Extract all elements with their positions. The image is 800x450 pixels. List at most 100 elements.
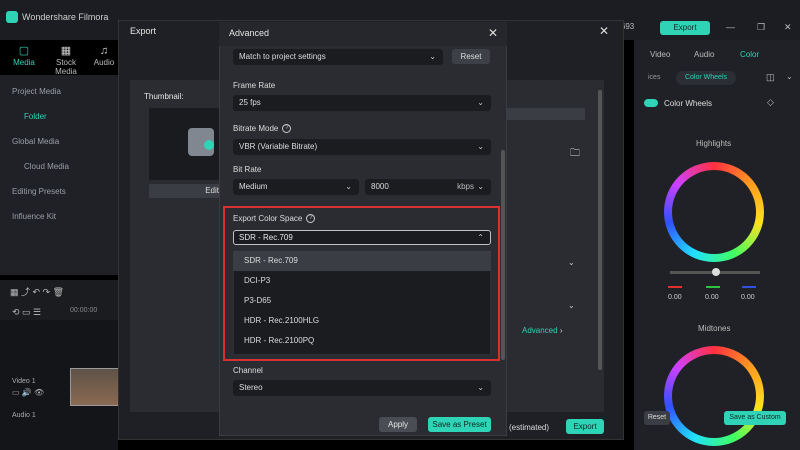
sidebar-item-folder[interactable]: Folder xyxy=(24,112,47,121)
blue-value[interactable]: 0.00 xyxy=(741,294,755,301)
chevron-up-icon: ⌃ xyxy=(477,233,484,242)
color-space-option-p3-d65[interactable]: P3-D65 xyxy=(233,291,491,311)
thumbnail-add-icon xyxy=(204,140,214,150)
color-space-select[interactable]: SDR - Rec.709 ⌃ xyxy=(233,230,491,245)
color-space-option-hdr-pq[interactable]: HDR - Rec.2100PQ xyxy=(233,331,491,351)
window-close-icon[interactable]: ✕ xyxy=(784,22,792,33)
stock-media-icon: ▦ xyxy=(60,45,72,57)
color-space-option-hdr-hlg[interactable]: HDR - Rec.2100HLG xyxy=(233,311,491,331)
sidebar-item-project-media[interactable]: Project Media xyxy=(12,87,61,96)
chevron-down-icon: ⌄ xyxy=(345,182,352,191)
apply-button[interactable]: Apply xyxy=(379,417,417,432)
chevron-down-icon[interactable]: ⌄ xyxy=(786,72,793,81)
sidebar-item-global-media[interactable]: Global Media xyxy=(12,137,59,146)
help-icon[interactable]: ? xyxy=(306,214,316,224)
tab-media-label: Media xyxy=(13,58,35,67)
save-as-custom-button[interactable]: Save as Custom xyxy=(724,411,786,425)
color-wheels-toggle[interactable] xyxy=(644,99,658,107)
export-dialog-title: Export xyxy=(130,26,157,36)
highlights-slider-knob[interactable] xyxy=(712,268,720,276)
app-title: Wondershare Filmora xyxy=(22,12,109,22)
sidebar-item-cloud-media[interactable]: Cloud Media xyxy=(24,162,69,171)
midtones-label: Midtones xyxy=(698,324,731,333)
red-indicator xyxy=(668,286,682,288)
audio-track-label: Audio 1 xyxy=(12,412,36,419)
thumbnail-edit-button[interactable]: Edit xyxy=(149,184,221,198)
left-panel xyxy=(0,75,118,275)
compare-icon[interactable]: ◫ xyxy=(766,72,775,83)
channel-value: Stereo xyxy=(239,383,263,392)
bit-rate-value: 8000 xyxy=(371,182,389,191)
export-scrollbar[interactable] xyxy=(598,90,602,370)
chevron-down-icon: ⌄ xyxy=(429,52,436,61)
advanced-reset-button[interactable]: Reset xyxy=(452,49,490,64)
maximize-icon[interactable]: ❐ xyxy=(757,22,765,33)
color-reset-button[interactable]: Reset xyxy=(644,411,670,425)
sidebar-item-editing-presets[interactable]: Editing Presets xyxy=(12,187,66,196)
chevron-down-icon: ⌄ xyxy=(477,383,484,392)
resolution-chevron-icon[interactable]: ⌄ xyxy=(568,258,575,267)
bit-rate-input[interactable]: 8000 kbps ⌄ xyxy=(365,179,491,195)
green-value[interactable]: 0.00 xyxy=(705,294,719,301)
tab-audio[interactable]: ♫ Audio xyxy=(90,44,118,74)
timeline-tools-icon[interactable]: ▦ ⤴ ↶ ↷ 🗑 xyxy=(10,285,64,298)
advanced-link-label: Advanced xyxy=(522,326,558,335)
quality-chevron-icon[interactable]: ⌄ xyxy=(568,301,575,310)
green-indicator xyxy=(706,286,720,288)
channel-select[interactable]: Stereo ⌄ xyxy=(233,380,491,396)
filmora-logo-icon xyxy=(6,11,18,23)
top-export-button[interactable]: Export xyxy=(660,21,710,35)
bit-rate-quality-value: Medium xyxy=(239,182,268,191)
midtones-color-wheel[interactable] xyxy=(664,346,764,446)
bit-rate-quality-select[interactable]: Medium ⌄ xyxy=(233,179,359,195)
tab-video[interactable]: Video xyxy=(650,50,670,59)
subtab-left[interactable]: ices xyxy=(648,74,660,81)
tab-audio-label: Audio xyxy=(93,58,115,67)
color-space-value: SDR - Rec.709 xyxy=(239,233,293,242)
tab-stock-media[interactable]: ▦ Stock Media xyxy=(44,44,88,76)
export-close-icon[interactable]: ✕ xyxy=(599,24,609,38)
bitrate-mode-select[interactable]: VBR (Variable Bitrate) ⌄ xyxy=(233,139,491,155)
advanced-close-icon[interactable]: ✕ xyxy=(488,26,498,40)
color-space-option-sdr-rec709[interactable]: SDR - Rec.709 xyxy=(233,251,491,271)
sidebar-item-influence-kit[interactable]: Influence Kit xyxy=(12,212,56,221)
color-wheels-pill[interactable]: Color Wheels xyxy=(676,71,736,85)
keyframe-diamond-icon[interactable]: ◇ xyxy=(767,97,774,108)
folder-icon[interactable]: 🗀 xyxy=(570,146,580,163)
video-clip[interactable] xyxy=(70,368,122,406)
advanced-dialog-title: Advanced xyxy=(229,28,270,38)
bitrate-mode-text: Bitrate Mode xyxy=(233,124,279,133)
media-icon: ▢ xyxy=(18,45,30,57)
frame-rate-label: Frame Rate xyxy=(233,81,276,90)
advanced-settings-link[interactable]: Advanced › xyxy=(522,326,563,335)
bitrate-mode-label: Bitrate Mode? xyxy=(233,124,292,134)
minimize-icon[interactable]: — xyxy=(726,22,735,32)
tab-stock-media-label: Stock Media xyxy=(55,58,77,76)
export-button[interactable]: Export xyxy=(566,419,604,434)
timeline-timecode: 00:00:00 xyxy=(70,307,98,314)
tab-audio-right[interactable]: Audio xyxy=(694,50,714,59)
save-as-preset-button[interactable]: Save as Preset xyxy=(428,417,491,432)
frame-rate-select[interactable]: 25 fps ⌄ xyxy=(233,95,491,111)
chevron-right-icon: › xyxy=(559,326,563,335)
track-controls-icon[interactable]: ▭ 🔊 👁 xyxy=(12,388,44,397)
audio-icon: ♫ xyxy=(99,45,109,57)
export-color-space-text: Export Color Space xyxy=(233,214,303,223)
chevron-down-icon: ⌄ xyxy=(477,142,484,151)
help-icon[interactable]: ? xyxy=(282,124,292,134)
thumbnail-label: Thumbnail: xyxy=(144,92,184,101)
name-field[interactable] xyxy=(505,108,585,120)
bit-rate-unit: kbps xyxy=(457,182,474,191)
blue-indicator xyxy=(742,286,756,288)
advanced-scrollbar[interactable] xyxy=(501,150,505,360)
tab-media[interactable]: ▢ Media xyxy=(6,44,42,74)
export-color-space-label: Export Color Space? xyxy=(233,214,316,224)
timeline-snap-icon[interactable]: ⟲ ▭ ☰ xyxy=(12,307,41,318)
highlights-color-wheel[interactable] xyxy=(664,162,764,262)
bit-rate-label: Bit Rate xyxy=(233,165,262,174)
preset-select[interactable]: Match to project settings ⌄ xyxy=(233,49,443,65)
red-value[interactable]: 0.00 xyxy=(668,294,682,301)
channel-label: Channel xyxy=(233,366,263,375)
color-space-option-dci-p3[interactable]: DCI-P3 xyxy=(233,271,491,291)
tab-color[interactable]: Color xyxy=(740,50,759,59)
